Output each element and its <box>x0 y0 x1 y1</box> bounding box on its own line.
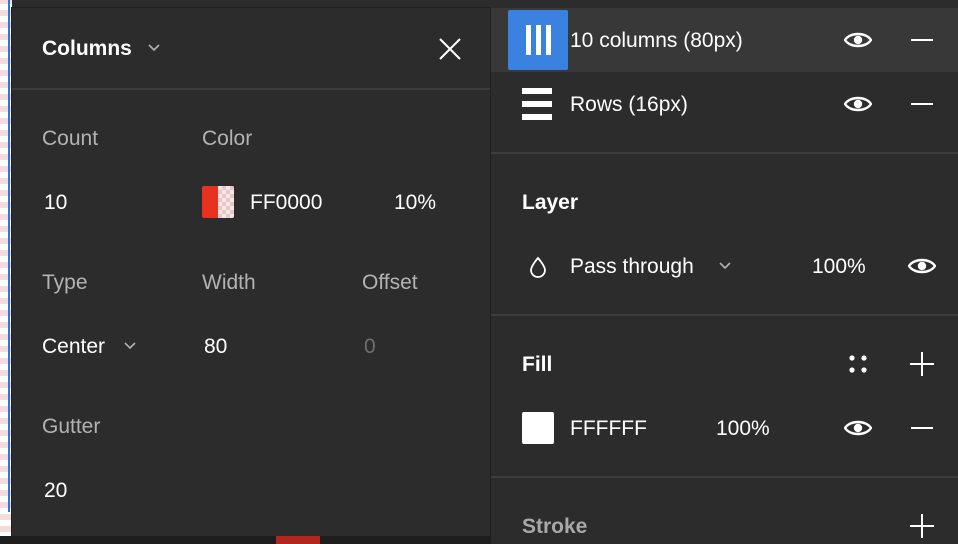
layer-section-title: Layer <box>522 191 579 214</box>
count-label: Count <box>42 127 99 150</box>
fill-opacity-input[interactable]: 100% <box>716 418 770 439</box>
styles-grid-icon[interactable] <box>848 354 868 374</box>
columns-grid-icon[interactable] <box>508 10 568 70</box>
fill-section-title: Fill <box>522 353 553 376</box>
color-label: Color <box>202 127 253 150</box>
properties-panel: 10 columns (80px) Rows (16px) Layer Pass… <box>490 0 958 544</box>
chevron-down-icon[interactable] <box>718 261 732 271</box>
color-opacity-input[interactable]: 10% <box>394 192 436 213</box>
eye-icon[interactable] <box>844 30 872 50</box>
chevron-down-icon[interactable] <box>123 341 137 351</box>
gutter-label: Gutter <box>42 415 101 438</box>
layer-opacity-input[interactable]: 100% <box>812 256 866 277</box>
type-label: Type <box>42 271 88 294</box>
color-hex-input[interactable]: FF0000 <box>250 192 322 213</box>
eye-icon[interactable] <box>844 94 872 114</box>
remove-fill-button[interactable] <box>911 427 933 429</box>
offset-label: Offset <box>362 271 418 294</box>
layout-grid-label: 10 columns (80px) <box>570 29 743 52</box>
chevron-down-icon[interactable] <box>147 43 161 53</box>
eye-icon[interactable] <box>844 418 872 438</box>
section-divider <box>490 476 958 478</box>
grid-type-dropdown[interactable]: Columns <box>42 38 132 59</box>
width-label: Width <box>202 271 256 294</box>
gutter-input[interactable]: 20 <box>44 480 67 501</box>
section-divider <box>490 314 958 316</box>
fill-color-swatch[interactable] <box>522 412 554 444</box>
canvas-bottom-edge <box>0 536 490 544</box>
add-stroke-plus-icon[interactable] <box>910 514 934 538</box>
remove-grid-button[interactable] <box>911 39 933 41</box>
blend-mode-dropdown[interactable]: Pass through <box>570 256 694 277</box>
add-fill-plus-icon[interactable] <box>910 352 934 376</box>
type-dropdown[interactable]: Center <box>42 336 105 357</box>
eye-icon[interactable] <box>908 256 936 276</box>
fill-hex-input[interactable]: FFFFFF <box>570 418 647 439</box>
layout-grid-label: Rows (16px) <box>570 93 688 116</box>
close-icon[interactable] <box>438 37 462 61</box>
grid-settings-popover: Columns Count Color 10 FF0000 10% Type W… <box>12 8 490 544</box>
section-divider <box>490 152 958 154</box>
header-divider <box>12 88 490 90</box>
blend-mode-drop-icon <box>530 256 546 278</box>
canvas-red-block <box>276 536 320 544</box>
frame-border <box>8 0 10 512</box>
offset-input[interactable]: 0 <box>364 336 376 357</box>
stroke-section-title: Stroke <box>522 515 588 538</box>
canvas-edge <box>0 0 12 544</box>
count-input[interactable]: 10 <box>44 192 67 213</box>
grid-color-swatch[interactable] <box>202 186 234 218</box>
remove-grid-button[interactable] <box>911 103 933 105</box>
rows-grid-icon[interactable] <box>522 88 552 120</box>
width-input[interactable]: 80 <box>204 336 227 357</box>
layout-grid-row-rows[interactable] <box>490 72 958 136</box>
